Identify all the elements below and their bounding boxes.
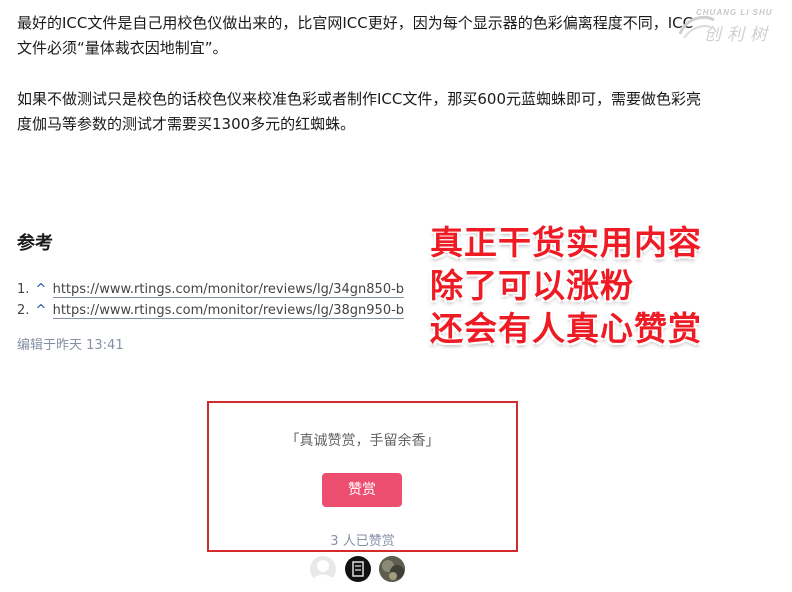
reference-item-2: 2. ^ https://www.rtings.com/monitor/revi… [17,300,405,321]
promo-line-1: 真正干货实用内容 [430,223,702,262]
reference-number: 1. [17,282,30,297]
avatar-graphic-icon [352,561,364,577]
avatar[interactable] [345,556,371,582]
reference-backlink[interactable]: ^ [36,303,47,318]
reward-prompt: 「真诚赞赏，手留余香」 [285,433,440,449]
reward-count[interactable]: 3 人已赞赏 [209,530,516,549]
edited-timestamp[interactable]: 编辑于昨天 13:41 [17,334,124,353]
avatar[interactable] [310,556,336,582]
reward-highlight-box: 「真诚赞赏，手留余香」 赞赏 3 人已赞赏 [207,401,518,552]
default-avatar-icon [312,560,334,582]
avatar[interactable] [379,556,405,582]
watermark-logo: CHUANG LI SHU 创利树 [676,6,786,46]
article-paragraph-2: 如果不做测试只是校色的话校色仪来校准色彩或者制作ICC文件，那买600元蓝蜘蛛即… [17,90,702,133]
reference-number: 2. [17,303,30,318]
reference-item-1: 1. ^ https://www.rtings.com/monitor/revi… [17,279,405,300]
watermark-bottom-text: 创利树 [704,25,773,45]
watermark-top-text: CHUANG LI SHU [696,8,773,17]
references-list: 1. ^ https://www.rtings.com/monitor/revi… [17,279,405,321]
promo-line-3: 还会有人真心赞赏 [430,309,702,348]
references-title: 参考 [17,233,53,254]
reference-link[interactable]: https://www.rtings.com/monitor/reviews/l… [52,282,405,298]
promo-line-2: 除了可以涨粉 [430,266,634,305]
promo-overlay: 真正干货实用内容 除了可以涨粉 还会有人真心赞赏 [430,221,702,350]
reference-link[interactable]: https://www.rtings.com/monitor/reviews/l… [52,303,405,319]
article-paragraph-1: 最好的ICC文件是自己用校色仪做出来的，比官网ICC更好，因为每个显示器的色彩偏… [17,14,694,57]
reward-button[interactable]: 赞赏 [322,473,402,507]
avatar-photo-icon [379,556,405,582]
reference-backlink[interactable]: ^ [36,282,47,297]
